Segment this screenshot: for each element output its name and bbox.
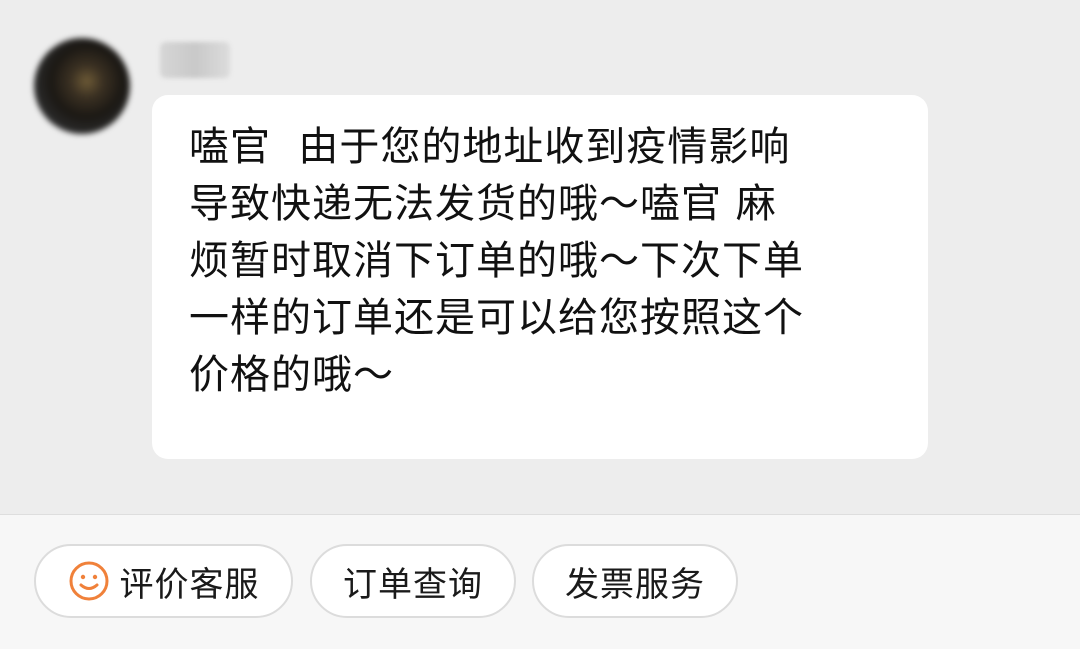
message-line: 价格的哦～ [189, 352, 394, 398]
sender-name: 明明 [160, 42, 230, 78]
rate-service-button[interactable]: 评价客服 [34, 544, 293, 618]
smiley-face-icon [69, 561, 108, 601]
order-query-button[interactable]: 订单查询 [310, 544, 516, 618]
order-query-label: 订单查询 [343, 564, 483, 605]
message-line: 导致快递无法发货的哦～嗑官 麻 [189, 181, 777, 227]
rate-service-label: 评价客服 [119, 564, 260, 605]
message-line: 嗑官 由于您的地址收到疫情影响 [189, 124, 791, 170]
message-bubble[interactable]: 嗑官 由于您的地址收到疫情影响 导致快递无法发货的哦～嗑官 麻 烦暂时取消下订单… [152, 95, 928, 459]
message-line: 烦暂时取消下订单的哦～下次下单 [189, 238, 804, 284]
invoice-service-label: 发票服务 [565, 564, 705, 605]
sender-avatar[interactable] [34, 38, 130, 134]
invoice-service-button[interactable]: 发票服务 [532, 544, 738, 618]
message-line: 一样的订单还是可以给您按照这个 [189, 295, 804, 341]
chat-area: 明明 嗑官 由于您的地址收到疫情影响 导致快递无法发货的哦～嗑官 麻 烦暂时取消… [0, 0, 1080, 514]
quick-action-bar: 评价客服 订单查询 发票服务 [0, 514, 1080, 649]
